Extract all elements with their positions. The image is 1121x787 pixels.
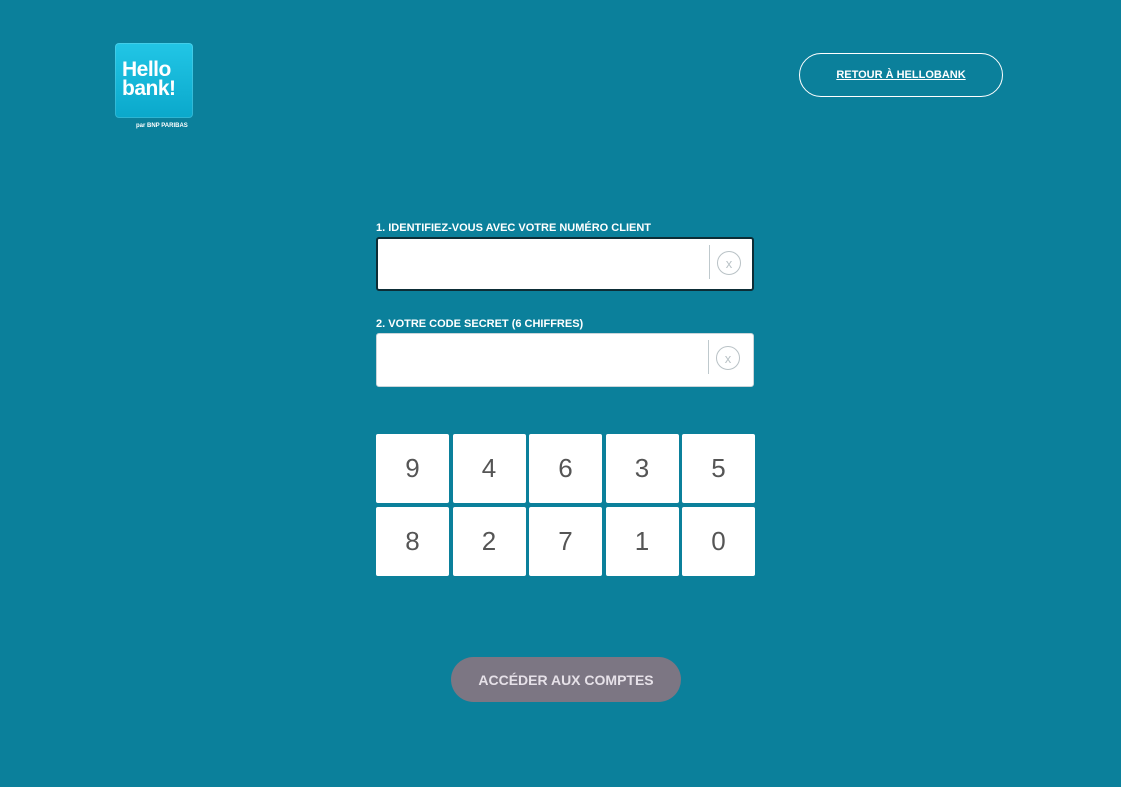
keypad-key[interactable]: 6: [529, 434, 602, 503]
secret-code-label: 2. VOTRE CODE SECRET (6 CHIFFRES): [376, 318, 584, 330]
field-separator: [709, 245, 710, 279]
secret-code-field[interactable]: x: [376, 333, 754, 387]
secret-code-input[interactable]: [385, 340, 709, 382]
return-to-hellobank-button[interactable]: RETOUR À HELLOBANK: [799, 53, 1003, 97]
access-accounts-button[interactable]: ACCÉDER AUX COMPTES: [451, 657, 681, 702]
keypad-key[interactable]: 2: [452, 507, 526, 576]
virtual-keypad: 9 4 6 3 5 8 2 7 1 0: [376, 434, 756, 577]
keypad-key[interactable]: 0: [682, 507, 755, 576]
logo-wordmark: Hello bank!: [122, 59, 176, 100]
keypad-key[interactable]: 3: [605, 434, 679, 503]
keypad-key[interactable]: 7: [529, 507, 602, 576]
clear-secret-code-icon[interactable]: x: [716, 346, 740, 370]
logo-line-2: bank!: [122, 77, 176, 100]
client-number-field[interactable]: x: [376, 237, 754, 291]
field-separator: [708, 340, 709, 374]
logo-subtitle: par BNP PARIBAS: [136, 123, 188, 129]
keypad-key[interactable]: 8: [376, 507, 449, 576]
logo-tile: Hello bank!: [115, 43, 193, 118]
client-number-input[interactable]: [386, 245, 710, 287]
keypad-key[interactable]: 5: [682, 434, 755, 503]
client-number-label: 1. IDENTIFIEZ-VOUS AVEC VOTRE NUMÉRO CLI…: [376, 222, 652, 234]
keypad-key[interactable]: 4: [452, 434, 526, 503]
hellobank-logo[interactable]: Hello bank! par BNP PARIBAS: [115, 43, 193, 131]
keypad-key[interactable]: 9: [376, 434, 449, 503]
clear-client-number-icon[interactable]: x: [717, 251, 741, 275]
keypad-key[interactable]: 1: [605, 507, 679, 576]
